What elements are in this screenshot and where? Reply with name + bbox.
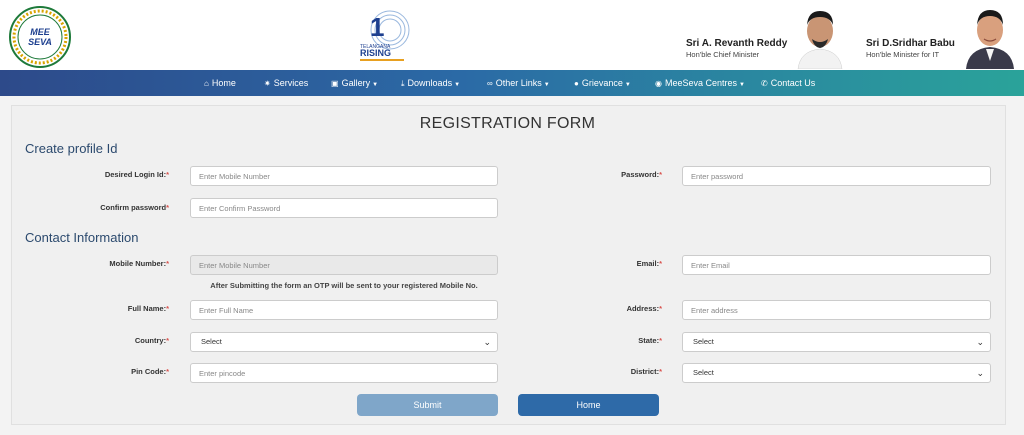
nav-meeseva-centres-label: MeeSeva Centres xyxy=(664,78,738,88)
nav-contact-us-label: Contact Us xyxy=(770,78,816,88)
chevron-down-icon: ▼ xyxy=(739,82,745,88)
leader-cm-role: Hon'ble Chief Minister xyxy=(686,50,760,59)
telangana-rising-logo: 1 TELANGANA RISING xyxy=(360,10,410,61)
full-name-label: Full Name:* xyxy=(127,304,169,313)
leader-it-name: Sri D.Sridhar Babu xyxy=(866,38,955,49)
chevron-down-icon: ▼ xyxy=(624,82,631,88)
otp-note: After Submitting the form an OTP will be… xyxy=(210,281,478,290)
email-input[interactable] xyxy=(682,255,991,275)
nav-downloads[interactable]: ⤓ Downloads ▼ xyxy=(401,70,460,96)
email-label: Email:* xyxy=(636,259,662,268)
nav-meeseva-centres[interactable]: ◉ MeeSeva Centres ▼ xyxy=(655,70,745,96)
leader-cm-name: Sri A. Revanth Reddy xyxy=(686,38,788,49)
submit-button[interactable]: Submit xyxy=(357,394,498,416)
map-marker-icon: ◉ xyxy=(655,79,662,88)
nav-grievance[interactable]: ● Grievance ▼ xyxy=(574,70,631,96)
login-id-label: Desired Login Id:* xyxy=(104,170,169,179)
phone-icon: ✆ xyxy=(761,79,768,88)
home-button[interactable]: Home xyxy=(518,394,659,416)
cm-photo xyxy=(790,3,850,69)
password-label: Password:* xyxy=(621,170,662,179)
chevron-down-icon: ⌄ xyxy=(483,337,491,347)
nav-downloads-label: Downloads xyxy=(407,78,453,88)
country-label: Country:* xyxy=(134,336,169,345)
chevron-down-icon: ▼ xyxy=(543,82,550,88)
district-label: District:* xyxy=(630,367,662,376)
pincode-input[interactable] xyxy=(190,363,498,383)
minister-photo xyxy=(960,3,1020,69)
nav-home[interactable]: ⌂ Home xyxy=(204,70,236,96)
site-header: MEE SEVA 1 TELANGANA RISING Sri A. Revan… xyxy=(0,0,1024,70)
nav-services-label: Services xyxy=(273,78,309,88)
password-input[interactable] xyxy=(682,166,991,186)
state-select-value: Select xyxy=(693,337,714,346)
chat-icon: ● xyxy=(574,79,579,88)
download-icon: ⤓ xyxy=(401,79,405,88)
section-contact-information: Contact Information xyxy=(25,230,139,245)
svg-text:MEE: MEE xyxy=(30,27,51,37)
main-navbar: ⌂ Home ✷ Services ▣ Gallery ▼ ⤓ Downloads ▼ ∞ O… xyxy=(0,70,1024,96)
leader-it: Sri D.Sridhar Babu Hon'ble Minister for … xyxy=(866,38,955,59)
mobile-input xyxy=(190,255,498,275)
image-icon: ▣ xyxy=(331,79,339,88)
gear-icon: ✷ xyxy=(264,79,271,88)
nav-other-links-label: Other Links xyxy=(495,78,542,88)
meeseva-logo[interactable]: MEE SEVA xyxy=(9,6,71,68)
state-select[interactable]: Select ⌄ xyxy=(682,332,991,352)
svg-text:1: 1 xyxy=(370,12,384,42)
nav-gallery[interactable]: ▣ Gallery ▼ xyxy=(331,70,378,96)
svg-text:RISING: RISING xyxy=(360,48,391,58)
address-label: Address:* xyxy=(626,304,662,313)
country-select[interactable]: Select ⌄ xyxy=(190,332,498,352)
address-input[interactable] xyxy=(682,300,991,320)
district-select-value: Select xyxy=(693,368,714,377)
link-icon: ∞ xyxy=(487,79,493,88)
nav-grievance-label: Grievance xyxy=(581,78,623,88)
nav-gallery-label: Gallery xyxy=(341,78,371,88)
mobile-label: Mobile Number:* xyxy=(109,259,169,268)
confirm-password-input[interactable] xyxy=(190,198,498,218)
chevron-down-icon: ⌄ xyxy=(976,337,984,347)
full-name-input[interactable] xyxy=(190,300,498,320)
leader-cm: Sri A. Revanth Reddy Hon'ble Chief Minis… xyxy=(686,38,787,59)
section-create-profile: Create profile Id xyxy=(25,141,118,156)
nav-other-links[interactable]: ∞ Other Links ▼ xyxy=(487,70,550,96)
pincode-label: Pin Code:* xyxy=(131,367,169,376)
chevron-down-icon: ⌄ xyxy=(976,368,984,378)
state-label: State:* xyxy=(638,336,662,345)
nav-contact-us[interactable]: ✆ Contact Us xyxy=(761,70,815,96)
nav-home-label: Home xyxy=(211,78,236,88)
home-icon: ⌂ xyxy=(204,79,209,88)
page-title: REGISTRATION FORM xyxy=(419,115,596,132)
svg-text:SEVA: SEVA xyxy=(28,37,52,47)
leader-it-role: Hon'ble Minister for IT xyxy=(866,50,940,59)
nav-services[interactable]: ✷ Services xyxy=(264,70,308,96)
district-select[interactable]: Select ⌄ xyxy=(682,363,991,383)
chevron-down-icon: ▼ xyxy=(372,82,379,88)
chevron-down-icon: ▼ xyxy=(454,82,461,88)
confirm-password-label: Confirm password* xyxy=(100,203,169,212)
country-select-value: Select xyxy=(201,337,222,346)
login-id-input[interactable] xyxy=(190,166,498,186)
